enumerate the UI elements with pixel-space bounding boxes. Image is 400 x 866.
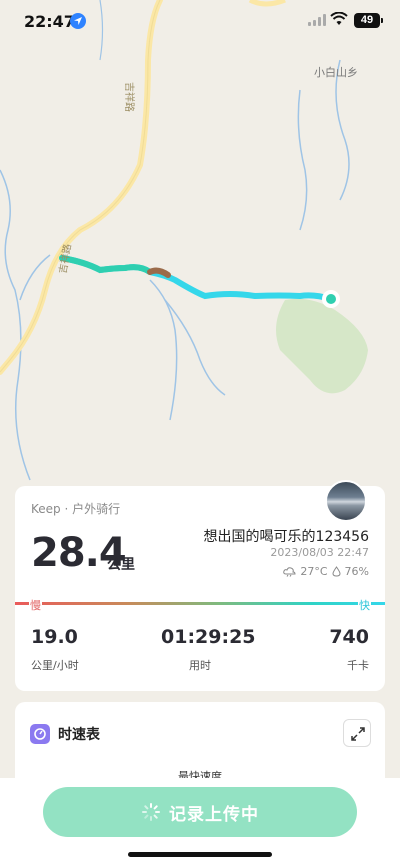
speed-slow-label: 慢 <box>29 597 42 613</box>
location-arrow-icon <box>70 13 86 29</box>
calories-label: 千卡 <box>347 659 369 672</box>
humidity: 76% <box>344 565 369 578</box>
speedometer-icon <box>30 724 50 744</box>
weather-info: 27°C 76% <box>283 565 369 578</box>
expand-icon <box>351 727 365 741</box>
activity-summary-card: Keep · 户外骑行 28.4 公里 想出国的喝可乐的123456 2023/… <box>15 480 385 691</box>
calories-value: 740 <box>329 626 369 648</box>
activity-source: Keep · 户外骑行 <box>31 502 121 516</box>
home-indicator[interactable] <box>128 852 272 857</box>
battery-icon: 49 <box>354 13 383 28</box>
avg-speed-value: 19.0 <box>31 626 78 648</box>
temperature: 27°C <box>300 565 328 578</box>
expand-button[interactable] <box>343 719 371 747</box>
avatar[interactable] <box>325 480 367 522</box>
cloud-icon <box>283 567 296 577</box>
distance-unit: 公里 <box>107 557 135 573</box>
loading-spinner-icon <box>142 803 160 821</box>
pace-table-title: 时速表 <box>58 727 100 743</box>
avg-speed-label: 公里/小时 <box>31 659 79 672</box>
upload-record-button[interactable]: 记录上传中 <box>43 787 357 837</box>
status-time: 22:47 <box>24 12 75 31</box>
username: 想出国的喝可乐的123456 <box>203 529 369 545</box>
speed-gradient-bar <box>15 602 385 605</box>
activity-datetime: 2023/08/03 22:47 <box>270 546 369 559</box>
duration-label: 用时 <box>189 659 211 672</box>
signal-icon <box>308 14 326 26</box>
status-bar: 22:47 49 <box>0 0 400 44</box>
map-town-label: 小白山乡 <box>314 66 358 79</box>
humidity-icon <box>332 566 341 577</box>
duration-value: 01:29:25 <box>161 626 256 648</box>
speed-fast-label: 快 <box>358 597 371 613</box>
wifi-icon <box>330 12 348 25</box>
map-road-label: 吉祥路 <box>123 82 134 112</box>
upload-label: 记录上传中 <box>169 804 259 825</box>
